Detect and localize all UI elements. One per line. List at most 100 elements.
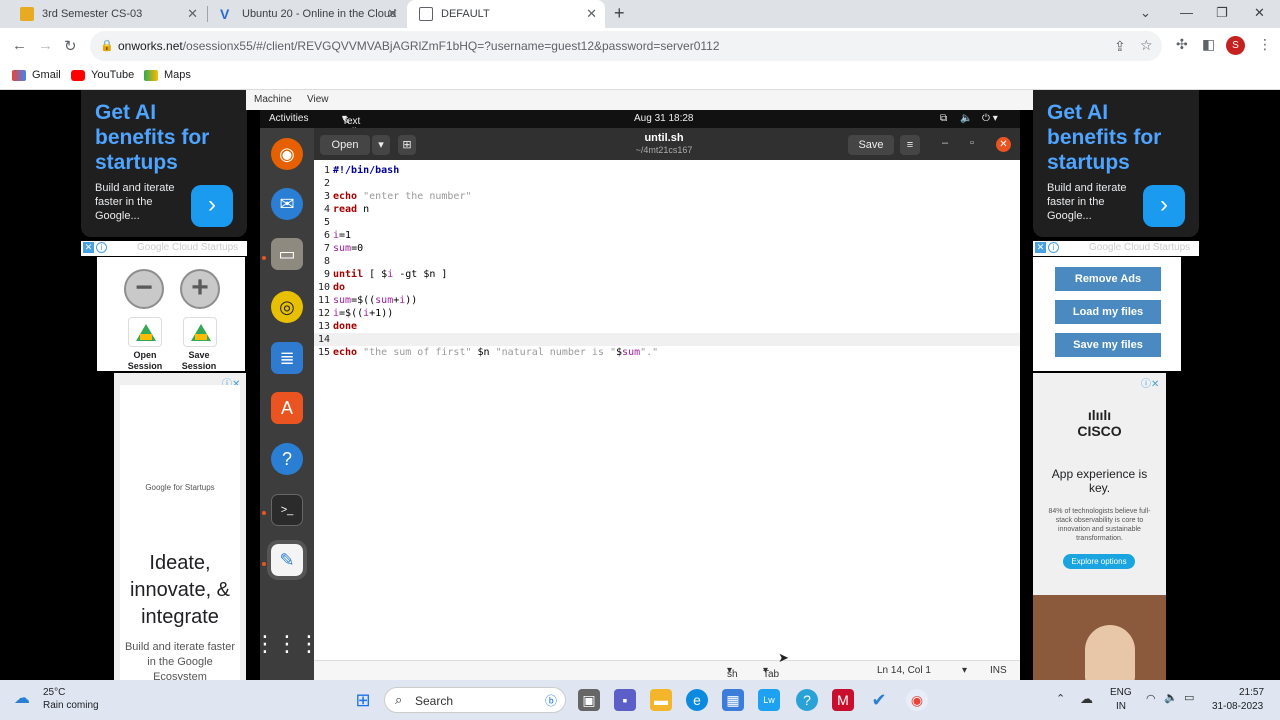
remove-ads-button[interactable]: Remove Ads xyxy=(1055,267,1161,291)
forward-icon[interactable]: → xyxy=(38,37,53,54)
weather-desc[interactable]: Rain coming xyxy=(43,700,99,711)
thunderbird-icon[interactable]: ✉ xyxy=(271,188,303,220)
firefox-icon[interactable]: ◉ xyxy=(271,138,303,170)
close-window-button[interactable]: ✕ xyxy=(1254,5,1265,21)
cursor-position[interactable]: Ln 14, Col 1 xyxy=(877,665,931,676)
code-line[interactable]: 6 i=1 xyxy=(314,229,1020,242)
back-icon[interactable]: ← xyxy=(12,37,27,54)
insert-mode[interactable]: INS xyxy=(990,665,1007,676)
app-icon[interactable]: Lw xyxy=(758,689,780,711)
app-icon-2[interactable]: ? xyxy=(796,689,818,711)
app-menu[interactable]: ✎ Text Editor ▾ xyxy=(342,113,368,138)
left-side-ad[interactable]: ⓘ✕ Google for Startups Ideate, innovate,… xyxy=(114,373,246,680)
chevron-right-icon[interactable]: › xyxy=(1143,185,1185,227)
region-indicator[interactable]: IN xyxy=(1116,701,1126,712)
tab-width-selector[interactable]: Tab Width: 8 ▾ xyxy=(763,665,791,702)
zoom-in-button[interactable]: + xyxy=(180,269,220,309)
store-icon[interactable]: ▦ xyxy=(722,689,744,711)
code-line[interactable]: 1 #!/bin/bash xyxy=(314,164,1020,177)
teams-icon[interactable]: ▪ xyxy=(614,689,636,711)
google-drive-icon[interactable] xyxy=(183,317,217,347)
code-editor[interactable]: 1 #!/bin/bash 2 3 echo "enter the number" 4 re… xyxy=(314,160,1020,660)
bookmark-maps[interactable]: Maps xyxy=(144,69,191,81)
menu-icon[interactable]: ⋮ xyxy=(1258,36,1272,53)
chrome-icon[interactable]: ◉ xyxy=(906,689,928,711)
minimize-icon[interactable]: – xyxy=(942,137,948,149)
chevron-right-icon[interactable]: › xyxy=(191,185,233,227)
code-line[interactable]: 12 i=$((i+1)) xyxy=(314,307,1020,320)
maximize-icon[interactable]: ▫ xyxy=(970,137,974,149)
code-line[interactable]: 4 read n xyxy=(314,203,1020,216)
code-line[interactable]: 13 done xyxy=(314,320,1020,333)
wifi-icon[interactable]: ◠ xyxy=(1146,692,1156,705)
save-files-button[interactable]: Save my files xyxy=(1055,333,1161,357)
menu-machine[interactable]: Machine xyxy=(254,94,292,105)
file-explorer-icon[interactable]: ▬ xyxy=(650,689,672,711)
taskbar-search[interactable]: ⌕ Search ⓑ xyxy=(384,687,566,713)
todo-icon[interactable]: ✔ xyxy=(868,689,890,711)
vm-desktop[interactable]: Activities ✎ Text Editor ▾ Aug 31 18:28 … xyxy=(254,110,1020,702)
open-dropdown-icon[interactable]: ▾ xyxy=(372,135,390,155)
onedrive-icon[interactable]: ☁ xyxy=(1080,691,1093,707)
new-tab-icon[interactable]: ⊞ xyxy=(398,135,416,155)
edge-icon[interactable]: e xyxy=(686,689,708,711)
minimize-button[interactable]: — xyxy=(1180,5,1193,20)
code-line[interactable]: 14 xyxy=(314,333,1020,346)
files-icon[interactable]: ▭ xyxy=(271,238,303,270)
code-line[interactable]: 9 until [ $i -gt $n ] xyxy=(314,268,1020,281)
ad-info-icon[interactable]: ⓘ✕ xyxy=(1141,375,1159,390)
text-editor-icon[interactable]: ✎ xyxy=(267,540,307,580)
task-view-icon[interactable]: ▣ xyxy=(578,689,600,711)
mcafee-icon[interactable]: M xyxy=(832,689,854,711)
power-icon[interactable]: ⏻ ▾ xyxy=(982,113,998,124)
close-icon[interactable]: ✕ xyxy=(187,6,198,22)
side-panel-icon[interactable]: ◧ xyxy=(1202,36,1215,53)
windows-start-icon[interactable]: ⊞ xyxy=(352,689,374,711)
close-ad-icon[interactable]: ✕ xyxy=(83,242,94,253)
close-icon[interactable]: ✕ xyxy=(387,6,398,22)
right-side-ad[interactable]: ⓘ✕ ılıılı CISCO App experience is key. 84… xyxy=(1033,373,1166,680)
rhythmbox-icon[interactable]: ◎ xyxy=(271,291,303,323)
profile-avatar[interactable]: S xyxy=(1226,36,1245,55)
weather-icon[interactable]: ☁ xyxy=(14,688,30,708)
network-icon[interactable]: ⧉ xyxy=(940,113,947,124)
writer-icon[interactable]: ≣ xyxy=(271,342,303,374)
tab-3rd-semester[interactable]: 3rd Semester CS-03 ✕ xyxy=(8,0,206,28)
code-line[interactable]: 8 xyxy=(314,255,1020,268)
load-files-button[interactable]: Load my files xyxy=(1055,300,1161,324)
bookmark-gmail[interactable]: Gmail xyxy=(12,69,61,81)
code-line[interactable]: 3 echo "enter the number" xyxy=(314,190,1020,203)
url-text[interactable]: onworks.net/osessionx55/#/client/REVGQVV… xyxy=(118,39,720,53)
volume-icon[interactable]: 🔈 xyxy=(1164,691,1178,704)
open-session-button[interactable]: Open Session xyxy=(120,350,170,372)
terminal-icon[interactable]: >_ xyxy=(271,494,303,526)
google-drive-icon[interactable] xyxy=(128,317,162,347)
tab-search-icon[interactable]: ⌄ xyxy=(1140,5,1151,21)
code-line[interactable]: 2 xyxy=(314,177,1020,190)
save-session-button[interactable]: Save Session xyxy=(174,350,224,372)
help-icon[interactable]: ? xyxy=(271,443,303,475)
software-icon[interactable]: A xyxy=(271,392,303,424)
code-line[interactable]: 15 echo "the sum of first" $n "natural nu… xyxy=(314,346,1020,359)
volume-icon[interactable]: 🔈 xyxy=(960,113,972,124)
code-line[interactable]: 7 sum=0 xyxy=(314,242,1020,255)
position-dropdown-icon[interactable]: ▾ xyxy=(962,665,967,676)
chevron-up-icon[interactable]: ⌃ xyxy=(1056,692,1065,705)
bookmark-youtube[interactable]: YouTube xyxy=(71,69,134,81)
bookmark-star-icon[interactable]: ☆ xyxy=(1140,37,1153,54)
new-tab-button[interactable]: + xyxy=(614,3,625,24)
battery-icon[interactable]: ▭ xyxy=(1184,691,1194,704)
clock[interactable]: Aug 31 18:28 xyxy=(634,113,694,124)
language-selector[interactable]: sh ▾ xyxy=(727,665,738,680)
share-icon[interactable]: ⇪ xyxy=(1114,38,1126,55)
right-banner-ad[interactable]: Get AI benefits for startups Build and i… xyxy=(1033,90,1199,237)
info-icon[interactable]: i xyxy=(1048,242,1059,253)
hamburger-menu-icon[interactable]: ≡ xyxy=(900,135,920,155)
code-line[interactable]: 10 do xyxy=(314,281,1020,294)
clock-date[interactable]: 31-08-2023 xyxy=(1212,701,1263,712)
close-ad-icon[interactable]: ✕ xyxy=(1035,242,1046,253)
app-grid-icon[interactable]: ⋮⋮⋮ xyxy=(254,628,320,660)
left-banner-ad[interactable]: Get AI benefits for startups Build and i… xyxy=(81,90,247,237)
open-button[interactable]: Open xyxy=(320,135,370,155)
weather-temp[interactable]: 25°C xyxy=(43,687,65,698)
